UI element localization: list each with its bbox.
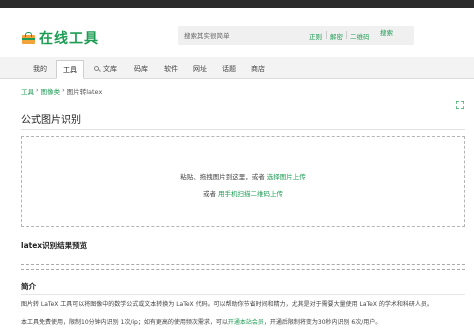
- breadcrumb-separator: ›: [62, 86, 65, 94]
- preview-title: latex识别结果预览: [21, 241, 88, 250]
- qr-upload-link[interactable]: 用手机扫描二维码上传: [218, 190, 283, 198]
- magnifier-icon: [94, 65, 101, 73]
- select-image-link[interactable]: 选择图片上传: [267, 173, 306, 181]
- breadcrumb: 工具 › 图像类 › 图片转latex: [21, 86, 102, 96]
- fullscreen-icon[interactable]: [456, 101, 464, 109]
- upload-qr-instruction: 或者 用手机扫描二维码上传: [22, 188, 464, 198]
- nav-item-software[interactable]: 软件: [164, 64, 178, 74]
- upload-text: 粘贴、拖拽图片到这里，或者: [180, 173, 265, 181]
- membership-link[interactable]: 开通本站会员: [228, 319, 264, 326]
- nav-item-store[interactable]: 商店: [251, 64, 265, 74]
- nav-bar: 我的 工具 文库 码库 软件 网址 话题 商店: [0, 57, 474, 79]
- divider: [326, 31, 327, 39]
- nav-item-sites[interactable]: 网址: [193, 64, 207, 74]
- breadcrumb-image[interactable]: 图像类: [41, 86, 61, 96]
- nav-item-label: 文库: [103, 65, 117, 73]
- intro-paragraph-usage: 本工具免费使用，限制10分钟内识别 1次/ip；如有更高的使用频次需求，可以开通…: [21, 317, 471, 326]
- divider: [21, 129, 465, 130]
- upload-text: 或者: [202, 190, 216, 198]
- divider: [346, 31, 347, 39]
- search-option-decrypt[interactable]: 解密: [330, 31, 343, 41]
- nav-item-topics[interactable]: 话题: [222, 64, 236, 74]
- search-box: 正则 解密 二维码: [178, 26, 414, 45]
- usage-text: ，开通后限制将变为30秒内识别 6次/用户。: [263, 319, 382, 326]
- nav-item-codebase[interactable]: 码库: [134, 64, 148, 74]
- usage-text: 本工具免费使用，限制10分钟内识别 1次/ip；如有更高的使用频次需求，可以: [21, 319, 228, 326]
- upload-dropzone[interactable]: 粘贴、拖拽图片到这里，或者 选择图片上传 或者 用手机扫描二维码上传: [21, 136, 465, 227]
- search-option-regex[interactable]: 正则: [309, 31, 322, 41]
- breadcrumb-current: 图片转latex: [66, 88, 103, 96]
- nav-item-library[interactable]: 文库: [94, 64, 117, 74]
- search-button[interactable]: 搜索: [380, 27, 393, 37]
- page-title: 公式图片识别: [21, 115, 81, 126]
- search-option-qrcode[interactable]: 二维码: [350, 31, 370, 41]
- breadcrumb-tools[interactable]: 工具: [21, 86, 34, 96]
- shopping-bag-icon: [22, 32, 35, 44]
- latex-preview-area: [21, 264, 465, 270]
- divider: [21, 294, 465, 295]
- search-input[interactable]: [184, 29, 304, 42]
- nav-item-mine[interactable]: 我的: [33, 64, 47, 74]
- site-logo[interactable]: 在线工具: [22, 28, 99, 48]
- breadcrumb-separator: ›: [36, 86, 39, 94]
- upload-instruction: 粘贴、拖拽图片到这里，或者 选择图片上传: [22, 171, 464, 181]
- top-bar: [0, 0, 474, 8]
- nav-item-tools[interactable]: 工具: [56, 60, 84, 79]
- intro-paragraph: 图片转 LaTeX 工具可以将图像中的数学公式或文本转换为 LaTeX 代码。可…: [21, 301, 433, 308]
- logo-text: 在线工具: [39, 31, 99, 47]
- intro-title: 简介: [21, 282, 36, 291]
